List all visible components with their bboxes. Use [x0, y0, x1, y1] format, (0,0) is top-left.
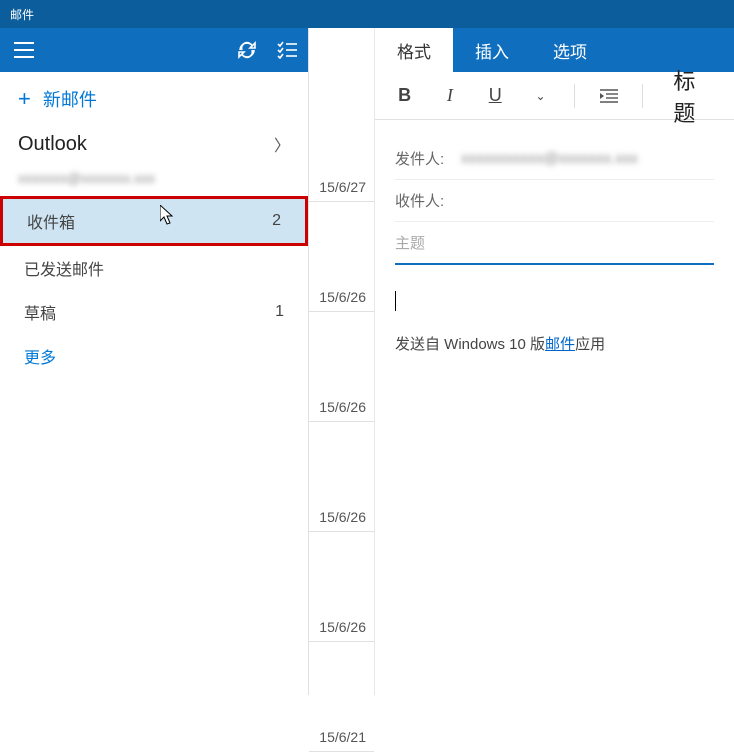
- italic-button[interactable]: I: [438, 85, 461, 106]
- tab-insert[interactable]: 插入: [453, 28, 531, 72]
- chevron-right-icon: 〉: [274, 132, 290, 156]
- new-mail-label: 新邮件: [43, 86, 97, 112]
- folder-count: 1: [275, 303, 284, 321]
- underline-button[interactable]: U: [484, 85, 507, 106]
- folder-label: 已发送邮件: [24, 256, 104, 280]
- from-field[interactable]: 发件人: xxxxxxxxxxx@xxxxxxx.xxx: [395, 138, 714, 180]
- mail-list-date[interactable]: 15/6/26: [309, 532, 374, 642]
- mouse-cursor-icon: [160, 205, 176, 225]
- compose-panel: 格式 插入 选项 B I U ⌄ 标题: [374, 28, 734, 695]
- signature-prefix: 发送自 Windows 10 版: [395, 336, 545, 353]
- bold-button[interactable]: B: [393, 85, 416, 106]
- mail-list-column: 15/6/27 15/6/26 15/6/26 15/6/26 15/6/26 …: [308, 28, 374, 695]
- plus-icon: +: [18, 88, 31, 110]
- subject-placeholder: 主题: [395, 232, 425, 253]
- compose-body[interactable]: 发送自 Windows 10 版邮件应用: [375, 273, 734, 372]
- title-bar: 邮件: [0, 0, 734, 28]
- from-label: 发件人:: [395, 148, 451, 169]
- mail-list-date[interactable]: 15/6/26: [309, 312, 374, 422]
- font-dropdown-icon[interactable]: ⌄: [529, 89, 552, 103]
- hamburger-icon[interactable]: [10, 36, 38, 64]
- folder-count: 2: [272, 212, 281, 230]
- folder-drafts[interactable]: 草稿 1: [0, 290, 308, 334]
- folder-list: 收件箱 2 已发送邮件 草稿 1 更多: [0, 196, 308, 378]
- format-toolbar: B I U ⌄ 标题: [375, 72, 734, 120]
- new-mail-button[interactable]: + 新邮件: [0, 72, 308, 126]
- app-title: 邮件: [10, 6, 34, 23]
- folder-label: 草稿: [24, 300, 56, 324]
- signature: 发送自 Windows 10 版邮件应用: [395, 333, 714, 354]
- mail-list-date[interactable]: 15/6/27: [309, 72, 374, 202]
- to-label: 收件人:: [395, 190, 451, 211]
- compose-fields: 发件人: xxxxxxxxxxx@xxxxxxx.xxx 收件人: 主题: [375, 120, 734, 273]
- from-value: xxxxxxxxxxx@xxxxxxx.xxx: [461, 150, 714, 167]
- mail-list-date[interactable]: 15/6/26: [309, 202, 374, 312]
- mail-list-date[interactable]: 15/6/21: [309, 642, 374, 752]
- subject-field[interactable]: 主题: [395, 222, 714, 265]
- tab-label: 选项: [553, 38, 587, 63]
- account-name: Outlook: [18, 133, 87, 156]
- toolbar-divider: [574, 84, 575, 108]
- sidebar: + 新邮件 Outlook 〉 xxxxxxx@xxxxxxx.xxx 收件箱 …: [0, 28, 308, 695]
- sync-icon[interactable]: [236, 39, 258, 61]
- toolbar-divider: [642, 84, 643, 108]
- mail-list-date[interactable]: 15/6/26: [309, 422, 374, 532]
- folder-label: 收件箱: [27, 209, 75, 233]
- text-cursor: [395, 291, 396, 311]
- to-field[interactable]: 收件人:: [395, 180, 714, 222]
- select-icon[interactable]: [276, 39, 298, 61]
- tab-options[interactable]: 选项: [531, 28, 609, 72]
- folder-sent[interactable]: 已发送邮件: [0, 246, 308, 290]
- tab-label: 格式: [397, 38, 431, 63]
- folder-inbox[interactable]: 收件箱 2: [0, 196, 308, 246]
- account-email: xxxxxxx@xxxxxxx.xxx: [0, 170, 308, 196]
- heading-button[interactable]: 标题: [673, 64, 716, 128]
- sidebar-top-bar: [0, 28, 308, 72]
- signature-suffix: 应用: [575, 336, 605, 353]
- tab-label: 插入: [475, 38, 509, 63]
- folder-more[interactable]: 更多: [0, 334, 308, 378]
- indent-icon[interactable]: [597, 89, 620, 103]
- tab-format[interactable]: 格式: [375, 28, 453, 72]
- folder-label: 更多: [24, 344, 56, 368]
- account-selector[interactable]: Outlook 〉: [0, 126, 308, 170]
- signature-link[interactable]: 邮件: [545, 336, 575, 353]
